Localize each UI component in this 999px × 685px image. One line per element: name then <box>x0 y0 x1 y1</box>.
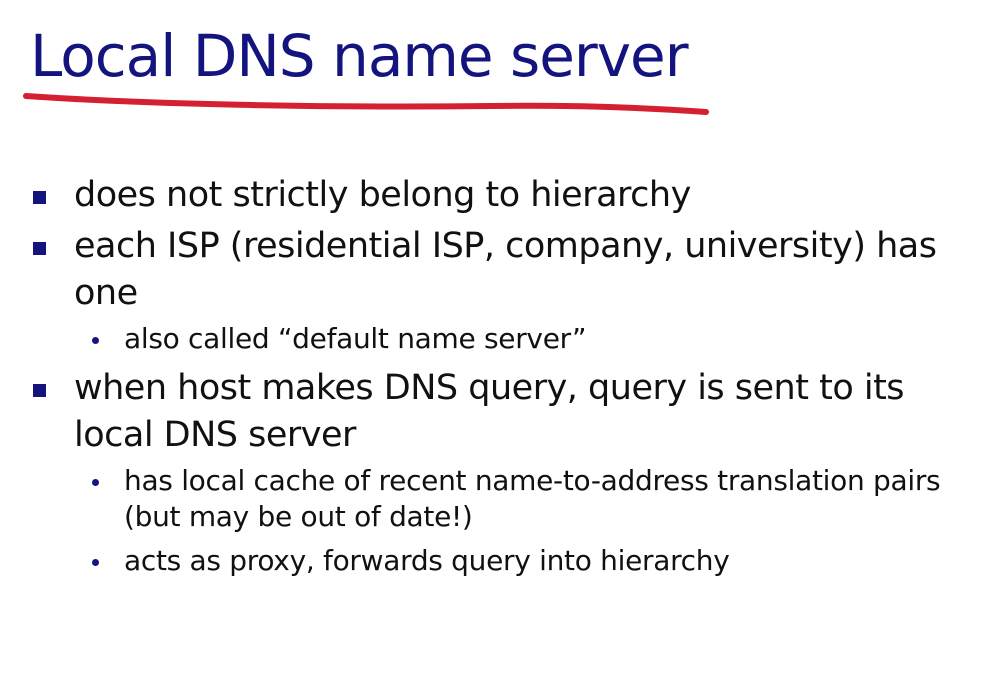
square-bullet-icon <box>33 191 46 204</box>
bullet-item: does not strictly belong to hierarchy <box>30 172 980 219</box>
bullet-item: when host makes DNS query, query is sent… <box>30 365 980 459</box>
bullet-text: each ISP (residential ISP, company, univ… <box>74 226 937 313</box>
sub-bullet-item: acts as proxy, forwards query into hiera… <box>30 543 980 579</box>
sub-bullet-item: has local cache of recent name-to-addres… <box>30 463 980 535</box>
sub-bullet-text: acts as proxy, forwards query into hiera… <box>124 544 730 577</box>
sub-bullet-item: also called “default name server” <box>30 321 980 357</box>
dot-bullet-icon <box>92 337 99 344</box>
dot-bullet-icon <box>92 559 99 566</box>
sub-bullet-text: has local cache of recent name-to-addres… <box>124 464 941 533</box>
sub-bullet-text: also called “default name server” <box>124 322 587 355</box>
bullet-text: does not strictly belong to hierarchy <box>74 175 691 215</box>
slide-title: Local DNS name server <box>30 22 689 90</box>
dot-bullet-icon <box>92 479 99 486</box>
bullet-text: when host makes DNS query, query is sent… <box>74 368 905 455</box>
square-bullet-icon <box>33 242 46 255</box>
square-bullet-icon <box>33 384 46 397</box>
bullet-list: does not strictly belong to hierarchy ea… <box>30 172 980 587</box>
title-underline <box>23 93 709 115</box>
slide: Local DNS name server does not strictly … <box>0 0 999 685</box>
bullet-item: each ISP (residential ISP, company, univ… <box>30 223 980 317</box>
